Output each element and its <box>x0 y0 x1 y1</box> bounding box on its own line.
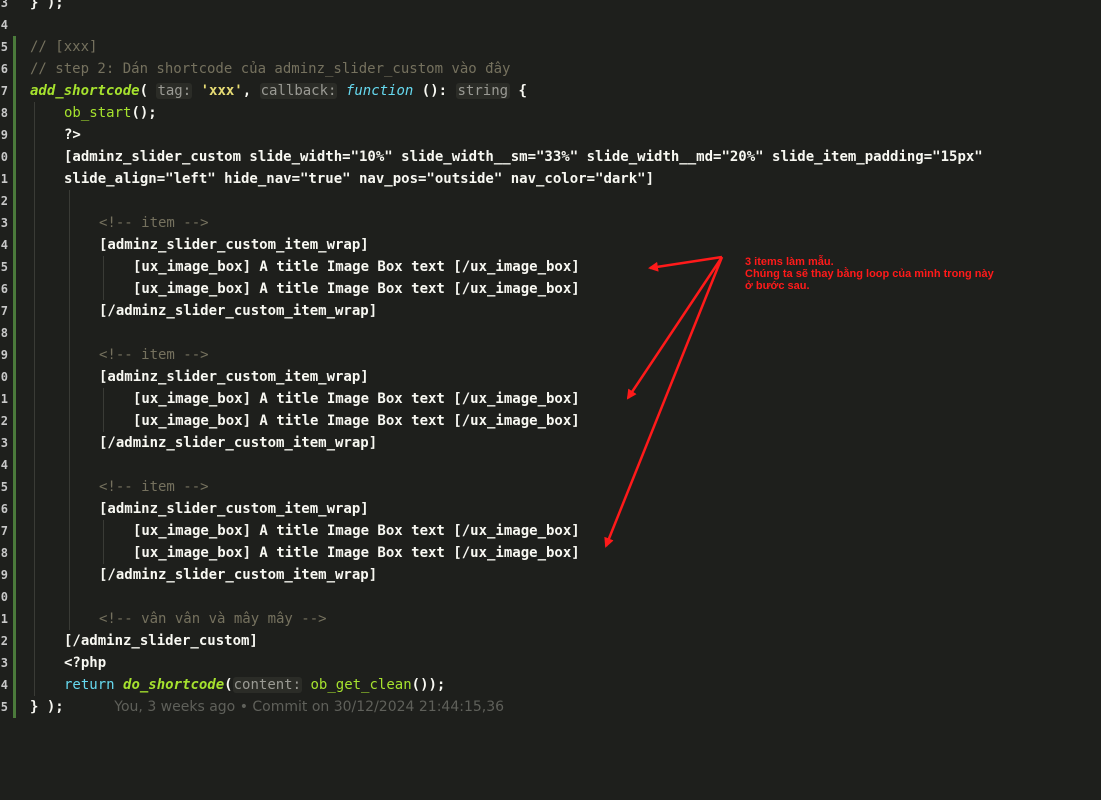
annotation-arrows <box>604 255 724 548</box>
arrow-to-item-1 <box>648 255 723 272</box>
arrow-to-item-3 <box>604 256 724 548</box>
